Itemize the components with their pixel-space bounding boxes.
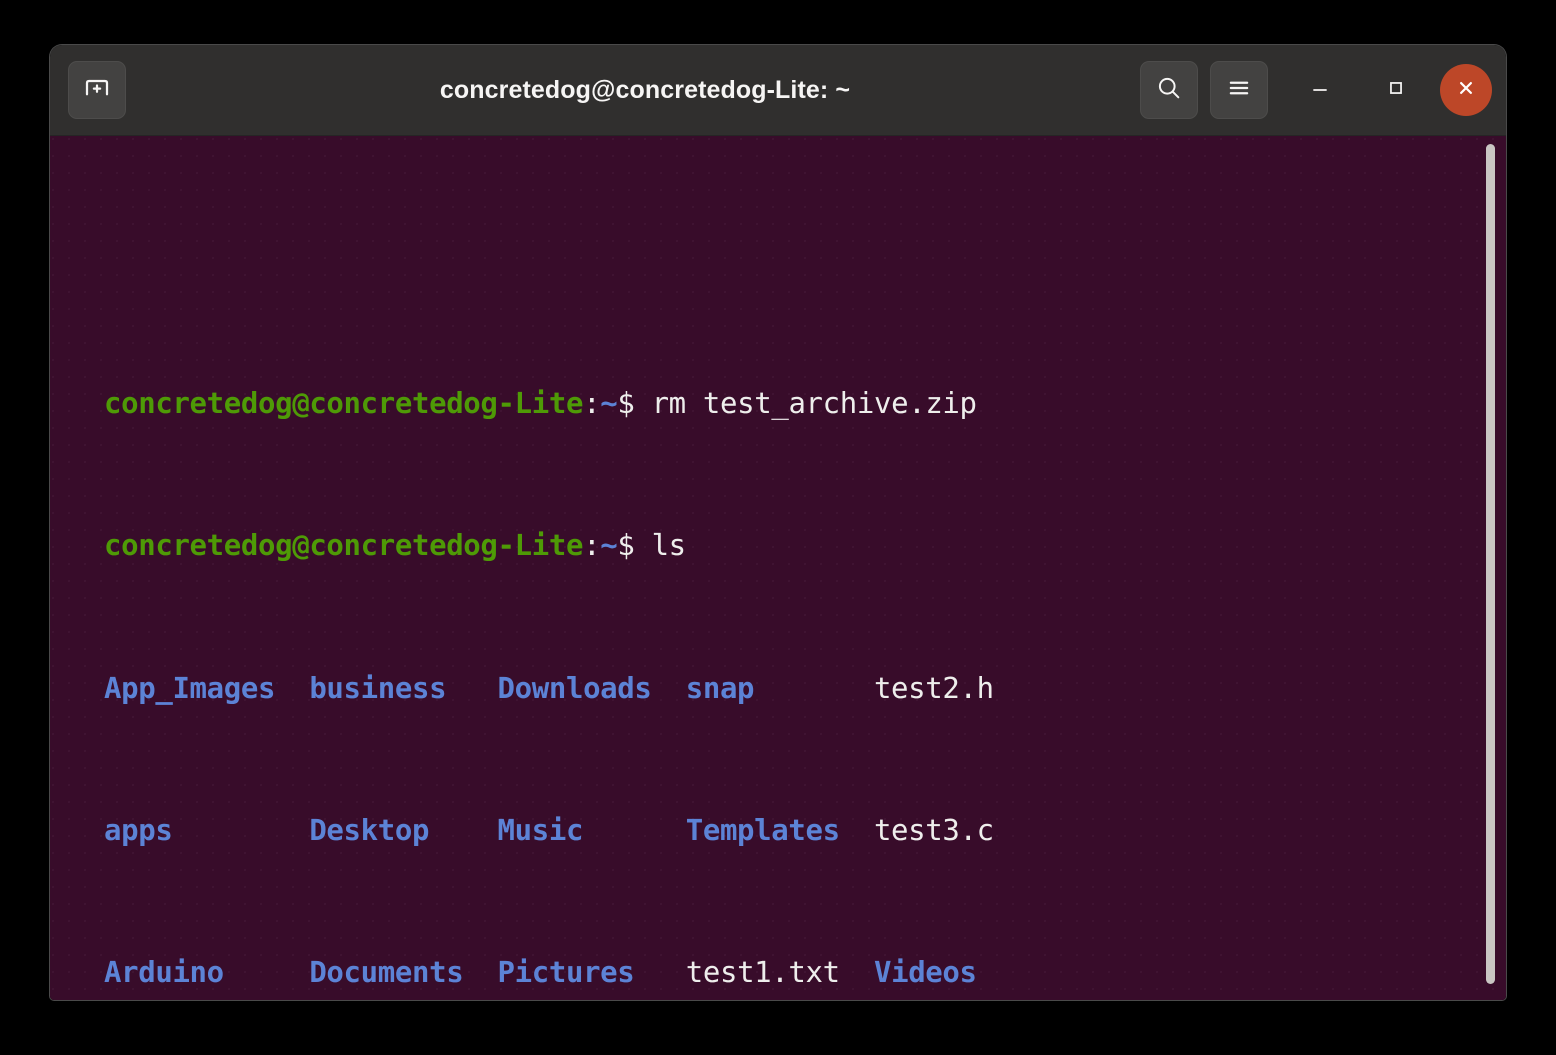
terminal-line-prompt-1: concretedog@concretedog-Lite:~$ rm test_… (104, 386, 1062, 422)
new-tab-button[interactable] (68, 61, 126, 119)
maximize-icon (1385, 77, 1407, 103)
ls-file-test2h: test2.h (873, 670, 994, 705)
menu-button[interactable] (1210, 61, 1268, 119)
close-button[interactable] (1440, 64, 1492, 116)
minimize-icon (1308, 76, 1332, 104)
prompt-tilde: ~ (600, 528, 618, 563)
terminal-output: concretedog@concretedog-Lite:~$ rm test_… (104, 279, 1062, 1000)
ls-directories-row2: apps Desktop Music Templates (104, 812, 874, 847)
prompt-colon: : (583, 385, 601, 420)
terminal-window: concretedog@concretedog-Lite: ~ concrete… (50, 45, 1506, 1000)
scrollbar-thumb[interactable] (1486, 144, 1495, 984)
prompt-dollar: $ (617, 385, 635, 420)
ls-output-row-1: App_Images business Downloads snap test2… (104, 671, 1062, 707)
prompt-tilde: ~ (600, 385, 618, 420)
ls-directories-row1: App_Images business Downloads snap (104, 670, 874, 705)
terminal-line-prompt-2: concretedog@concretedog-Lite:~$ ls (104, 528, 1062, 564)
new-tab-icon (82, 73, 112, 107)
hamburger-menu-icon (1225, 74, 1253, 106)
command-rm: rm test_archive.zip (634, 385, 977, 420)
prompt-dollar: $ (617, 528, 635, 563)
ls-file-test3c: test3.c (873, 812, 994, 847)
ls-output-row-2: apps Desktop Music Templates test3.c (104, 813, 1062, 849)
ls-directories-row3: Arduino Documents Pictures (104, 955, 686, 990)
terminal-body[interactable]: concretedog@concretedog-Lite:~$ rm test_… (50, 136, 1506, 1000)
window-title: concretedog@concretedog-Lite: ~ (439, 75, 851, 104)
prompt-user-host: concretedog@concretedog-Lite (104, 385, 584, 420)
titlebar: concretedog@concretedog-Lite: ~ (50, 45, 1506, 136)
prompt-user-host: concretedog@concretedog-Lite (104, 528, 584, 563)
ls-gap (840, 955, 874, 989)
search-icon (1155, 74, 1183, 106)
vertical-scrollbar[interactable] (1484, 136, 1498, 1000)
prompt-colon: : (583, 528, 601, 563)
ls-directory-videos: Videos (873, 955, 977, 990)
titlebar-controls (1140, 61, 1492, 119)
ls-file-test1txt: test1.txt (685, 955, 840, 990)
command-ls: ls (634, 528, 687, 563)
ls-output-row-3: Arduino Documents Pictures test1.txt Vid… (104, 955, 1062, 991)
search-button[interactable] (1140, 61, 1198, 119)
close-icon (1453, 75, 1479, 105)
maximize-button[interactable] (1370, 64, 1422, 116)
minimize-button[interactable] (1294, 64, 1346, 116)
